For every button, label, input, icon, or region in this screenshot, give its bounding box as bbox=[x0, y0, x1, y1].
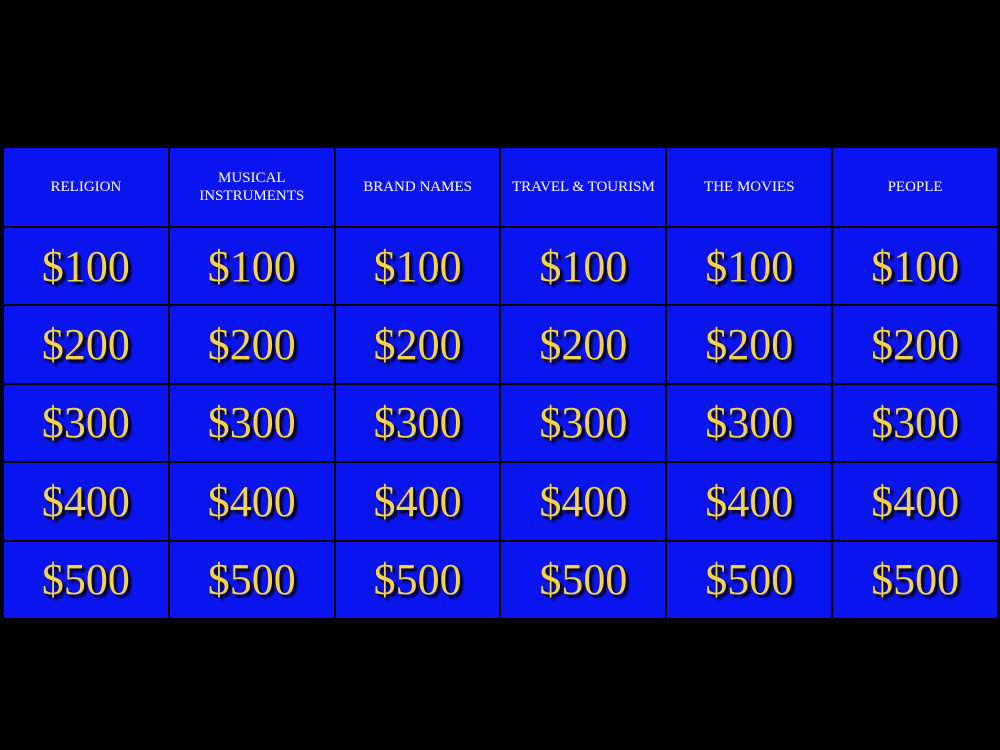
clue-religion-500[interactable]: $500 bbox=[4, 541, 168, 618]
clue-brand-names-200[interactable]: $200 bbox=[335, 306, 500, 383]
category-people: PEOPLE bbox=[833, 148, 997, 226]
clue-the-movies-200[interactable]: $200 bbox=[667, 306, 832, 383]
clue-brand-names-300[interactable]: $300 bbox=[335, 384, 500, 462]
clue-musical-instruments-300[interactable]: $300 bbox=[169, 384, 334, 462]
category-religion: RELIGION bbox=[4, 148, 168, 226]
jeopardy-board: RELIGION MUSICAL INSTRUMENTS BRAND NAMES… bbox=[4, 148, 997, 618]
clue-brand-names-500[interactable]: $500 bbox=[335, 541, 500, 618]
clue-religion-300[interactable]: $300 bbox=[4, 384, 168, 462]
clue-people-500[interactable]: $500 bbox=[833, 541, 997, 618]
clue-religion-100[interactable]: $100 bbox=[4, 228, 168, 305]
category-brand-names: BRAND NAMES bbox=[335, 148, 500, 226]
clue-musical-instruments-400[interactable]: $400 bbox=[169, 463, 334, 540]
clue-the-movies-300[interactable]: $300 bbox=[667, 384, 832, 462]
clue-people-200[interactable]: $200 bbox=[833, 306, 997, 383]
clue-travel-tourism-200[interactable]: $200 bbox=[501, 306, 666, 383]
clue-travel-tourism-500[interactable]: $500 bbox=[501, 541, 666, 618]
clue-religion-200[interactable]: $200 bbox=[4, 306, 168, 383]
clue-people-400[interactable]: $400 bbox=[833, 463, 997, 540]
clue-musical-instruments-200[interactable]: $200 bbox=[169, 306, 334, 383]
clue-travel-tourism-300[interactable]: $300 bbox=[501, 384, 666, 462]
clue-religion-400[interactable]: $400 bbox=[4, 463, 168, 540]
category-the-movies: THE MOVIES bbox=[667, 148, 832, 226]
clue-brand-names-100[interactable]: $100 bbox=[335, 228, 500, 305]
clue-musical-instruments-500[interactable]: $500 bbox=[169, 541, 334, 618]
clue-people-300[interactable]: $300 bbox=[833, 384, 997, 462]
clue-travel-tourism-100[interactable]: $100 bbox=[501, 228, 666, 305]
category-travel-tourism: TRAVEL & TOURISM bbox=[501, 148, 666, 226]
clue-travel-tourism-400[interactable]: $400 bbox=[501, 463, 666, 540]
clue-brand-names-400[interactable]: $400 bbox=[335, 463, 500, 540]
clue-the-movies-100[interactable]: $100 bbox=[667, 228, 832, 305]
clue-the-movies-400[interactable]: $400 bbox=[667, 463, 832, 540]
clue-the-movies-500[interactable]: $500 bbox=[667, 541, 832, 618]
clue-people-100[interactable]: $100 bbox=[833, 228, 997, 305]
category-musical-instruments: MUSICAL INSTRUMENTS bbox=[169, 148, 334, 226]
clue-musical-instruments-100[interactable]: $100 bbox=[169, 228, 334, 305]
